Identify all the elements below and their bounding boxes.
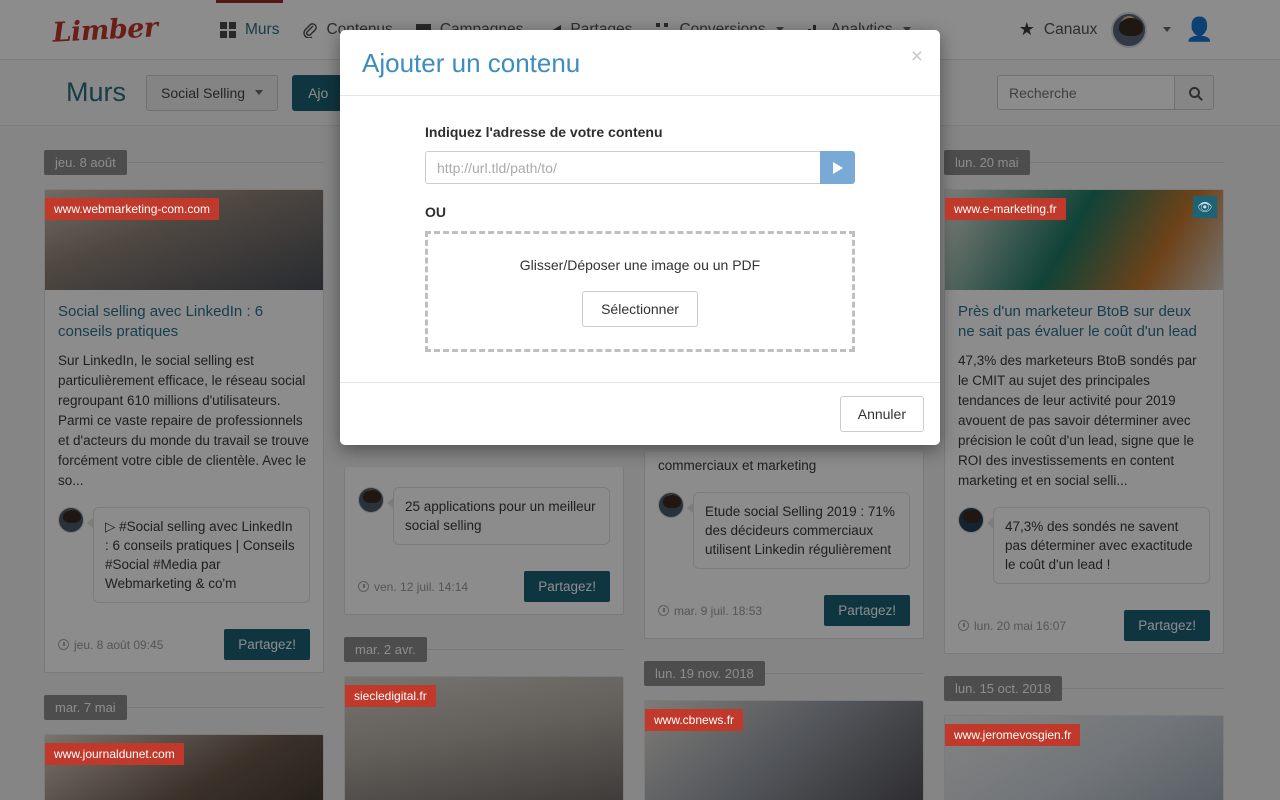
close-icon[interactable]: × (911, 46, 923, 67)
card-source-badge: www.webmarketing-com.com (45, 198, 220, 220)
url-input-group (425, 151, 855, 184)
select-file-button[interactable]: Sélectionner (582, 291, 698, 327)
modal-body: Indiquez l'adresse de votre contenu OU G… (340, 96, 940, 382)
url-submit-button[interactable] (820, 151, 855, 184)
modal-header: Ajouter un contenu × (340, 30, 940, 96)
add-content-modal: Ajouter un contenu × Indiquez l'adresse … (340, 30, 940, 445)
card-source-badge: www.e-marketing.fr (945, 198, 1066, 220)
cancel-button[interactable]: Annuler (839, 396, 924, 432)
or-divider-label: OU (425, 204, 446, 220)
card-source-badge: www.journaldunet.com (45, 743, 184, 765)
modal-title: Ajouter un contenu (362, 48, 581, 78)
play-icon (832, 161, 843, 174)
url-input[interactable] (425, 151, 820, 184)
modal-footer: Annuler (340, 382, 940, 445)
preview-eye-icon[interactable]: 👁 (1193, 196, 1217, 218)
dropzone-text: Glisser/Déposer une image ou un PDF (519, 257, 761, 273)
card-source-badge: siecledigital.fr (345, 685, 436, 707)
file-dropzone[interactable]: Glisser/Déposer une image ou un PDF Séle… (425, 231, 855, 352)
url-field-label: Indiquez l'adresse de votre contenu (425, 124, 663, 140)
card-source-badge: www.jeromevosgien.fr (945, 724, 1081, 746)
card-source-badge: www.cbnews.fr (645, 709, 744, 731)
